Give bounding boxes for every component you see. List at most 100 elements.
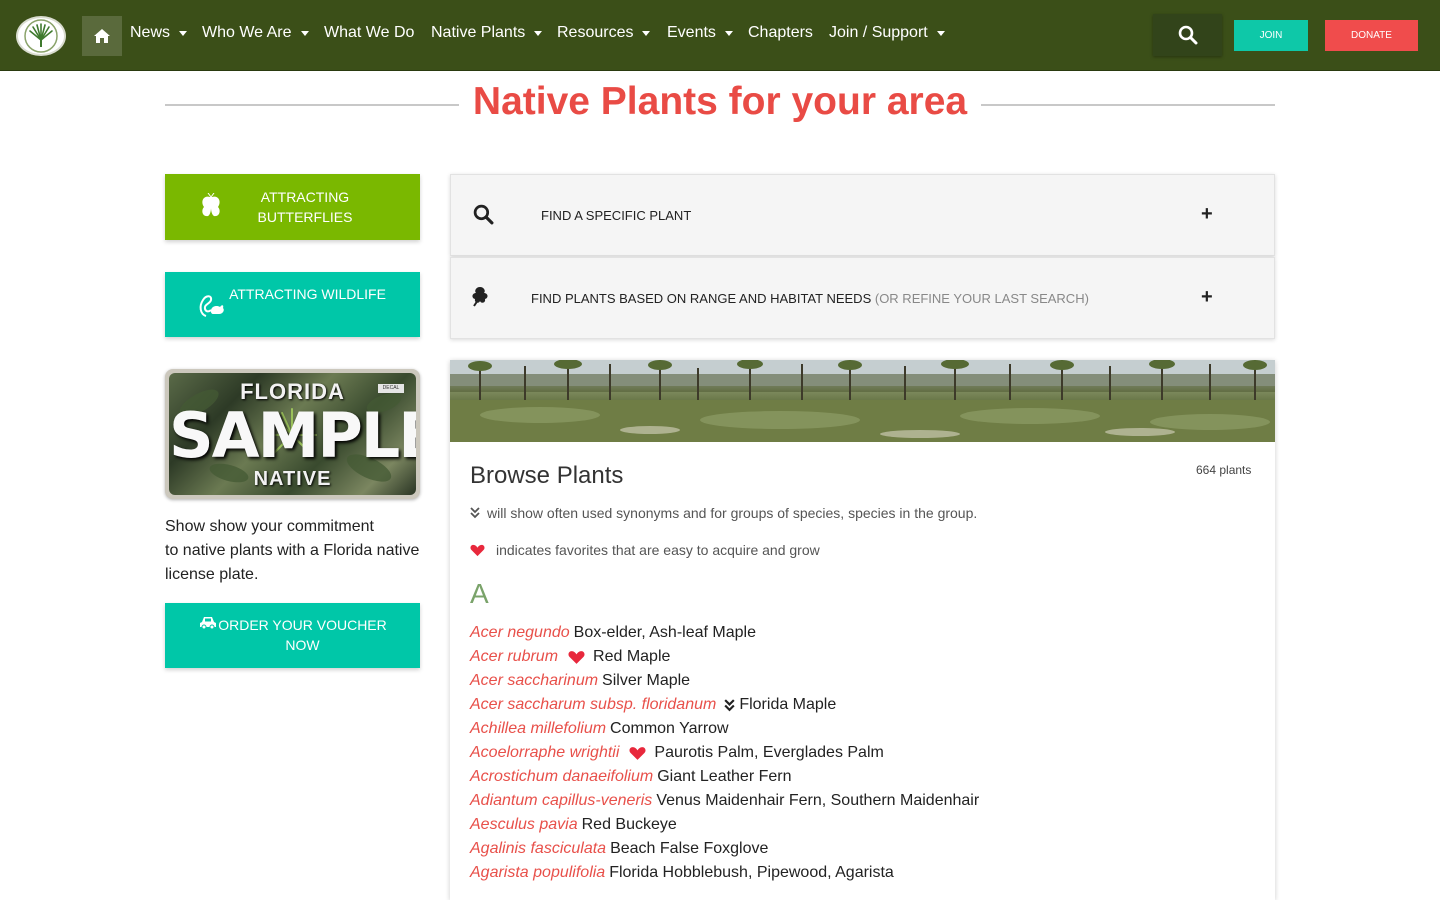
squirrel-icon bbox=[199, 295, 224, 317]
join-button[interactable]: JOIN bbox=[1234, 20, 1308, 51]
attracting-butterflies-label: ATTRACTING BUTTERFLIES bbox=[225, 187, 385, 227]
plant-scientific-name[interactable]: Achillea millefolium bbox=[470, 720, 606, 738]
synonyms-legend-text: will show often used synonyms and for gr… bbox=[487, 505, 978, 521]
nav-what-we-do-label: What We Do bbox=[324, 24, 415, 41]
pine-flatwoods-hero-image bbox=[450, 360, 1275, 442]
site-logo[interactable] bbox=[16, 16, 66, 56]
find-by-range-label: FIND PLANTS BASED ON RANGE AND HABITAT N… bbox=[531, 291, 1089, 306]
title-divider-left bbox=[165, 104, 459, 106]
plant-common-name: Venus Maidenhair Fern, Southern Maidenha… bbox=[656, 792, 980, 809]
plant-common-name: Red Buckeye bbox=[581, 816, 677, 833]
caret-down-icon bbox=[642, 30, 651, 36]
donate-button[interactable]: DONATE bbox=[1325, 20, 1418, 51]
plate-native-text: NATIVE bbox=[253, 468, 332, 490]
title-divider-right bbox=[981, 104, 1275, 106]
find-by-range-suffix: (OR REFINE YOUR LAST SEARCH) bbox=[874, 291, 1089, 306]
order-voucher-line2: NOW bbox=[285, 637, 320, 653]
plant-list-item[interactable]: Acoelorraphe wrightii Paurotis Palm, Ever… bbox=[470, 741, 1260, 765]
butterfly-icon bbox=[202, 193, 220, 217]
plant-list-item[interactable]: Acer negundo Box-elder, Ash-leaf Maple bbox=[470, 621, 1260, 645]
expand-range-toggle[interactable]: + bbox=[1201, 286, 1213, 309]
order-voucher-button[interactable]: ORDER YOUR VOUCHER NOW bbox=[165, 603, 420, 668]
promo-line-3: license plate. bbox=[165, 566, 259, 583]
nav-native-plants[interactable]: Native Plants bbox=[431, 24, 543, 42]
nav-join-support[interactable]: Join / Support bbox=[829, 24, 945, 42]
search-button[interactable] bbox=[1153, 14, 1222, 56]
plant-scientific-name[interactable]: Acoelorraphe wrightii bbox=[470, 744, 619, 762]
caret-down-icon bbox=[936, 30, 945, 36]
nav-resources[interactable]: Resources bbox=[557, 24, 651, 42]
plant-scientific-name[interactable]: Acer saccharinum bbox=[470, 672, 598, 690]
plant-common-name: Paurotis Palm, Everglades Palm bbox=[654, 744, 884, 761]
attracting-butterflies-line2: BUTTERFLIES bbox=[257, 209, 353, 225]
plant-list-item[interactable]: Aesculus pavia Red Buckeye bbox=[470, 813, 1260, 837]
plant-common-name: Florida Hobblebush, Pipewood, Agarista bbox=[609, 864, 894, 881]
nav-chapters-label: Chapters bbox=[748, 24, 813, 41]
home-icon bbox=[94, 29, 110, 43]
favorites-legend: indicates favorites that are easy to acq… bbox=[470, 542, 820, 558]
plant-scientific-name[interactable]: Acrostichum danaeifolium bbox=[470, 768, 653, 786]
synonyms-chevron-icon[interactable] bbox=[724, 698, 735, 712]
browse-plants-title: Browse Plants bbox=[470, 462, 624, 489]
caret-down-icon bbox=[724, 30, 733, 36]
plant-list-item[interactable]: Agalinis fasciculata Beach False Foxglove bbox=[470, 837, 1260, 861]
plant-list-item[interactable]: Achillea millefolium Common Yarrow bbox=[470, 717, 1260, 741]
nav-who-we-are[interactable]: Who We Are bbox=[202, 24, 309, 42]
favorite-heart-icon bbox=[629, 746, 646, 761]
double-chevron-icon bbox=[470, 507, 480, 519]
plant-scientific-name[interactable]: Agarista populifolia bbox=[470, 864, 605, 882]
plant-common-name: Giant Leather Fern bbox=[657, 768, 792, 785]
plant-scientific-name[interactable]: Agalinis fasciculata bbox=[470, 840, 606, 858]
heart-icon bbox=[470, 544, 485, 556]
plant-list-item[interactable]: Adiantum capillus-veneris Venus Maidenhai… bbox=[470, 789, 1260, 813]
caret-down-icon bbox=[179, 30, 188, 36]
nav-news[interactable]: News bbox=[130, 24, 188, 42]
plant-scientific-name[interactable]: Acer negundo bbox=[470, 624, 570, 642]
plant-list-item[interactable]: Agarista populifolia Florida Hobblebush, … bbox=[470, 861, 1260, 885]
attracting-butterflies-line1: ATTRACTING bbox=[260, 189, 350, 205]
attracting-wildlife-label: ATTRACTING WILDLIFE bbox=[229, 286, 386, 302]
favorite-heart-icon bbox=[568, 650, 585, 665]
plant-common-name: Box-elder, Ash-leaf Maple bbox=[573, 624, 756, 641]
nav-events[interactable]: Events bbox=[667, 24, 733, 42]
home-button[interactable] bbox=[82, 16, 122, 56]
promo-line-2: to native plants with a Florida native bbox=[165, 542, 420, 559]
plant-list-item[interactable]: Acer saccharinum Silver Maple bbox=[470, 669, 1260, 693]
nav-chapters[interactable]: Chapters bbox=[748, 24, 813, 42]
expand-specific-plant-toggle[interactable]: + bbox=[1201, 203, 1213, 226]
landscape-graphic bbox=[450, 360, 1275, 442]
nav-events-label: Events bbox=[667, 24, 716, 41]
palm-logo-icon bbox=[24, 19, 58, 53]
plant-count: 664 plants bbox=[1196, 463, 1252, 477]
nav-what-we-do[interactable]: What We Do bbox=[324, 24, 414, 42]
plant-scientific-name[interactable]: Aesculus pavia bbox=[470, 816, 578, 834]
search-icon bbox=[473, 204, 494, 225]
plant-scientific-name[interactable]: Acer saccharum subsp. floridanum bbox=[470, 696, 716, 714]
nav-resources-label: Resources bbox=[557, 24, 634, 41]
plant-common-name: Common Yarrow bbox=[610, 720, 729, 737]
alphabet-letter-heading: A bbox=[470, 578, 489, 609]
plant-list-item[interactable]: Acer saccharum subsp. floridanum Florida … bbox=[470, 693, 1260, 717]
attracting-wildlife-button[interactable]: ATTRACTING WILDLIFE bbox=[165, 272, 420, 337]
plant-common-name: Florida Maple bbox=[739, 696, 837, 713]
nav-who-we-are-label: Who We Are bbox=[202, 24, 292, 41]
plate-decal: DECAL bbox=[378, 384, 404, 393]
license-plate-image[interactable]: FLORIDA DECAL SAMPLE NATIVE bbox=[165, 369, 420, 499]
top-navbar: News Who We Are What We Do Native Plants… bbox=[0, 0, 1440, 71]
plant-list: Acer negundo Box-elder, Ash-leaf Maple Ace… bbox=[470, 621, 1260, 885]
plant-list-item[interactable]: Acer rubrum Red Maple bbox=[470, 645, 1260, 669]
plant-list-item[interactable]: Acrostichum danaeifolium Giant Leather Fe… bbox=[470, 765, 1260, 789]
search-icon bbox=[1178, 25, 1197, 45]
find-specific-plant-panel[interactable]: FIND A SPECIFIC PLANT + bbox=[450, 174, 1275, 256]
plant-scientific-name[interactable]: Adiantum capillus-veneris bbox=[470, 792, 652, 810]
synonyms-legend: will show often used synonyms and for gr… bbox=[470, 505, 977, 521]
promo-line-1: Show show your commitment bbox=[165, 518, 374, 535]
find-by-range-panel[interactable]: FIND PLANTS BASED ON RANGE AND HABITAT N… bbox=[450, 257, 1275, 339]
find-by-range-main: FIND PLANTS BASED ON RANGE AND HABITAT N… bbox=[531, 291, 872, 306]
attracting-butterflies-button[interactable]: ATTRACTING BUTTERFLIES bbox=[165, 174, 420, 240]
caret-down-icon bbox=[300, 30, 309, 36]
nav-join-support-label: Join / Support bbox=[829, 24, 928, 41]
plant-common-name: Silver Maple bbox=[602, 672, 691, 689]
plant-scientific-name[interactable]: Acer rubrum bbox=[470, 648, 558, 666]
order-voucher-line1: ORDER YOUR VOUCHER bbox=[218, 617, 387, 633]
